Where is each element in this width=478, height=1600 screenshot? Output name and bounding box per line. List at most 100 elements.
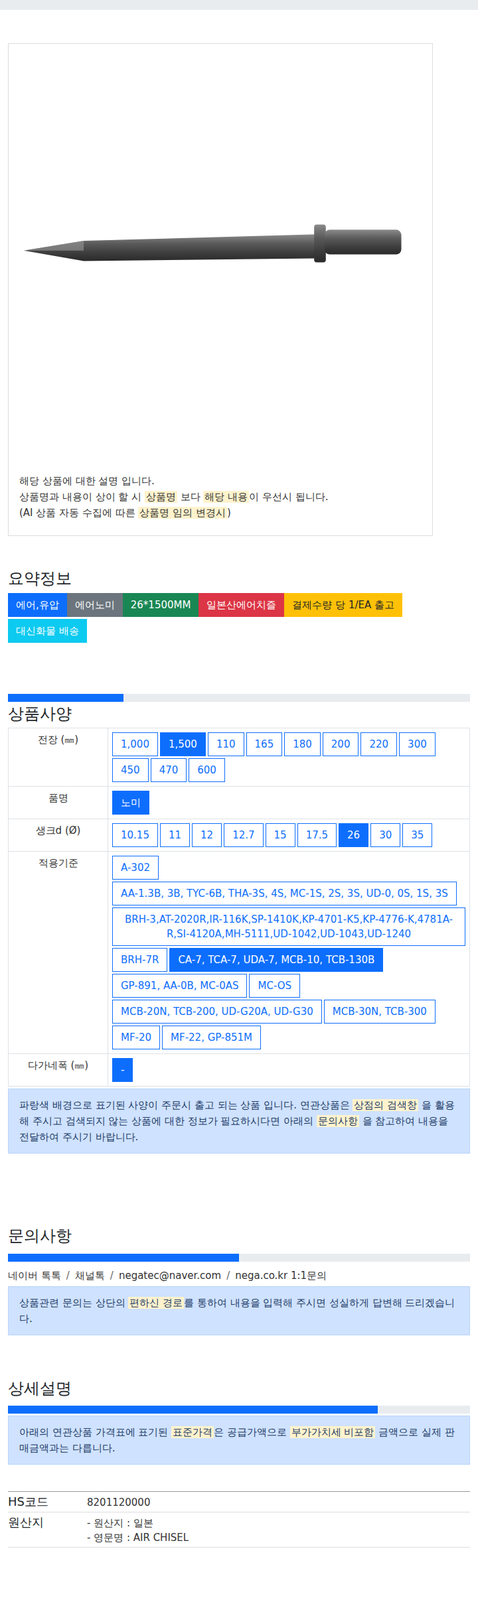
detail-value-line: - 원산지 : 일본 bbox=[86, 1516, 471, 1532]
summary-tag: 에어노미 bbox=[67, 593, 123, 618]
detail-value: 8201120000 bbox=[86, 1495, 471, 1512]
spec-option[interactable]: 15 bbox=[265, 823, 296, 848]
text-segment: 부가가치세 비포함 bbox=[290, 1427, 376, 1440]
text-segment: 파랑색 배경으로 표기된 사양이 주문시 출고 되는 상품 입니다. 연관상품은 bbox=[19, 1100, 353, 1113]
notice-line: (AI 상품 자동 수집에 따른 상품명 임의 변경시) bbox=[19, 505, 422, 522]
specs-heading: 상품사양 bbox=[7, 703, 471, 725]
summary-heading: 요약정보 bbox=[7, 568, 471, 590]
spec-option[interactable]: AA-1.3B, 3B, TYC-6B, THA-3S, 4S, MC-1S, … bbox=[112, 882, 457, 907]
text-segment: 상품명 임의 변경시 bbox=[138, 507, 228, 520]
spec-option[interactable]: 12.7 bbox=[223, 823, 263, 848]
section-bar-fill bbox=[7, 694, 124, 703]
top-bar bbox=[0, 0, 478, 10]
spec-option[interactable]: - bbox=[112, 1058, 133, 1083]
spec-values: 1,0001,500110165180200220300 450470600 bbox=[108, 728, 471, 788]
text-segment: 상품명 bbox=[144, 491, 178, 504]
spec-option[interactable]: 450 bbox=[112, 758, 149, 783]
detail-info: 아래의 연관상품 가격표에 표기된 표준가격은 공급가액으로 부가가치세 비포함… bbox=[7, 1416, 471, 1466]
summary-tag: 26*1500MM bbox=[122, 593, 200, 618]
spec-option[interactable]: 180 bbox=[284, 732, 321, 757]
spec-option[interactable]: CA-7, TCA-7, UDA-7, MCB-10, TCB-130B bbox=[169, 948, 384, 973]
text-segment: 상점의 검색창 bbox=[352, 1100, 419, 1113]
inquiry-link[interactable]: 채널톡 bbox=[75, 1270, 105, 1283]
text-segment: 이 우선시 됩니다. bbox=[248, 491, 328, 504]
detail-row: 원산지- 원산지 : 일본- 영문명 : AIR CHISEL bbox=[7, 1513, 471, 1549]
section-bar-fill bbox=[7, 1254, 239, 1263]
text-segment: ) bbox=[227, 507, 232, 520]
text-segment: 상품명과 내용이 상이 할 시 bbox=[19, 491, 145, 504]
spec-option[interactable]: 165 bbox=[246, 732, 283, 757]
inquiry-link[interactable]: nega.co.kr 1:1문의 bbox=[235, 1270, 327, 1283]
spec-option[interactable]: MCB-30N, TCB-300 bbox=[323, 1000, 436, 1025]
notice-line: 상품명과 내용이 상이 할 시 상품명 보다 해당 내용이 우선시 됩니다. bbox=[19, 489, 422, 506]
section-bar bbox=[7, 1406, 471, 1415]
spec-options: - bbox=[112, 1058, 466, 1083]
text-segment: 표준가격 bbox=[171, 1427, 214, 1440]
spec-option[interactable]: 12 bbox=[191, 823, 222, 848]
detail-table: HS코드8201120000원산지- 원산지 : 일본- 영문명 : AIR C… bbox=[7, 1492, 471, 1549]
text-segment: 아래의 연관상품 가격표에 표기된 bbox=[19, 1427, 172, 1440]
text-segment: 문의사항 bbox=[316, 1115, 360, 1128]
notice-line: 해당 상품에 대한 설명 입니다. bbox=[19, 473, 422, 490]
detail-label: 원산지 bbox=[7, 1515, 87, 1547]
spec-options: 10.15111212.71517.5263035 bbox=[112, 823, 466, 848]
spec-option[interactable]: MCB-20N, TCB-200, UD-G20A, UD-G30 bbox=[112, 1000, 322, 1025]
spec-option[interactable]: 10.15 bbox=[112, 823, 159, 848]
spec-option[interactable]: 600 bbox=[188, 758, 226, 783]
spec-option[interactable]: 110 bbox=[207, 732, 245, 757]
text-segment: 해당 상품에 대한 설명 입니다. bbox=[19, 475, 155, 488]
spec-option[interactable]: 1,500 bbox=[159, 732, 206, 757]
section-bar bbox=[7, 1254, 471, 1263]
spec-option[interactable]: 11 bbox=[159, 823, 190, 848]
detail-heading: 상세설명 bbox=[7, 1378, 471, 1401]
summary-tag: 일본산에어치즐 bbox=[198, 593, 285, 618]
inquiry-heading: 문의사항 bbox=[7, 1226, 471, 1248]
summary-tag: 대신화물 배송 bbox=[7, 619, 87, 644]
spec-values: A-302AA-1.3B, 3B, TYC-6B, THA-3S, 4S, MC… bbox=[108, 852, 471, 1055]
spec-option[interactable]: 35 bbox=[402, 823, 433, 848]
spec-option[interactable]: MF-22, GP-851M bbox=[161, 1026, 261, 1051]
spec-option[interactable]: 470 bbox=[150, 758, 188, 783]
spec-option[interactable]: A-302 bbox=[112, 856, 159, 881]
spec-row: 적용기준A-302AA-1.3B, 3B, TYC-6B, THA-3S, 4S… bbox=[8, 852, 471, 1055]
spec-option[interactable]: 26 bbox=[338, 823, 369, 848]
text-segment: 편하신 경로 bbox=[128, 1297, 184, 1310]
spec-option[interactable]: 17.5 bbox=[297, 823, 337, 848]
spec-option[interactable]: BRH-7R bbox=[112, 948, 168, 973]
inquiry-info: 상품관련 문의는 상단의 편하신 경로를 통하여 내용을 입력해 주시면 성실하… bbox=[7, 1287, 471, 1337]
spec-option[interactable]: 300 bbox=[398, 732, 436, 757]
section-bar bbox=[7, 694, 471, 703]
spec-option[interactable]: 30 bbox=[370, 823, 401, 848]
text-segment: 보다 bbox=[177, 491, 204, 504]
spec-row: 생크d (Ø)10.15111212.71517.5263035 bbox=[8, 819, 471, 853]
spec-option[interactable]: BRH-3,AT-2020R,IR-116K,SP-1410K,KP-4701-… bbox=[112, 908, 466, 947]
spec-options: A-302AA-1.3B, 3B, TYC-6B, THA-3S, 4S, MC… bbox=[112, 856, 466, 1051]
spec-option[interactable]: MC-OS bbox=[248, 974, 301, 999]
spec-option[interactable]: 200 bbox=[322, 732, 360, 757]
detail-value-line: 8201120000 bbox=[86, 1496, 471, 1512]
spec-option[interactable]: 노미 bbox=[112, 791, 150, 816]
summary-tag: 에어,유압 bbox=[7, 593, 68, 618]
page: 해당 상품에 대한 설명 입니다.상품명과 내용이 상이 할 시 상품명 보다 … bbox=[0, 43, 478, 1549]
spec-table: 전장 (㎜)1,0001,500110165180200220300450470… bbox=[7, 728, 471, 1088]
inquiry-link[interactable]: 네이버 톡톡 bbox=[7, 1270, 62, 1283]
spec-values: 10.15111212.71517.5263035 bbox=[108, 819, 471, 853]
spec-info: 파랑색 배경으로 표기된 사양이 주문시 출고 되는 상품 입니다. 연관상품은… bbox=[7, 1089, 471, 1155]
inquiry-link[interactable]: negatec@naver.com bbox=[118, 1270, 222, 1283]
inquiry-links: 네이버 톡톡/채널톡/negatec@naver.com/nega.co.kr … bbox=[7, 1269, 471, 1284]
spec-label: 생크d (Ø) bbox=[8, 819, 109, 853]
spec-options: 노미 bbox=[112, 791, 466, 816]
spec-row: 전장 (㎜)1,0001,500110165180200220300450470… bbox=[8, 728, 471, 788]
spec-values: - bbox=[108, 1054, 471, 1088]
text-segment: 해당 내용 bbox=[203, 491, 249, 504]
spec-label: 품명 bbox=[8, 787, 109, 820]
summary-tag: 결제수량 당 1/EA 출고 bbox=[284, 593, 403, 618]
spec-option[interactable]: MF-20 bbox=[112, 1026, 160, 1051]
text-segment: 은 공급가액으로 bbox=[213, 1427, 291, 1440]
summary-tags: 에어,유압에어노미26*1500MM일본산에어치즐결제수량 당 1/EA 출고대… bbox=[7, 593, 471, 644]
text-segment: (AI 상품 자동 수집에 따른 bbox=[19, 507, 139, 520]
product-image: 해당 상품에 대한 설명 입니다.상품명과 내용이 상이 할 시 상품명 보다 … bbox=[7, 43, 433, 537]
spec-option[interactable]: 1,000 bbox=[112, 732, 159, 757]
spec-option[interactable]: 220 bbox=[360, 732, 398, 757]
spec-option[interactable]: GP-891, AA-0B, MC-0AS bbox=[112, 974, 247, 999]
